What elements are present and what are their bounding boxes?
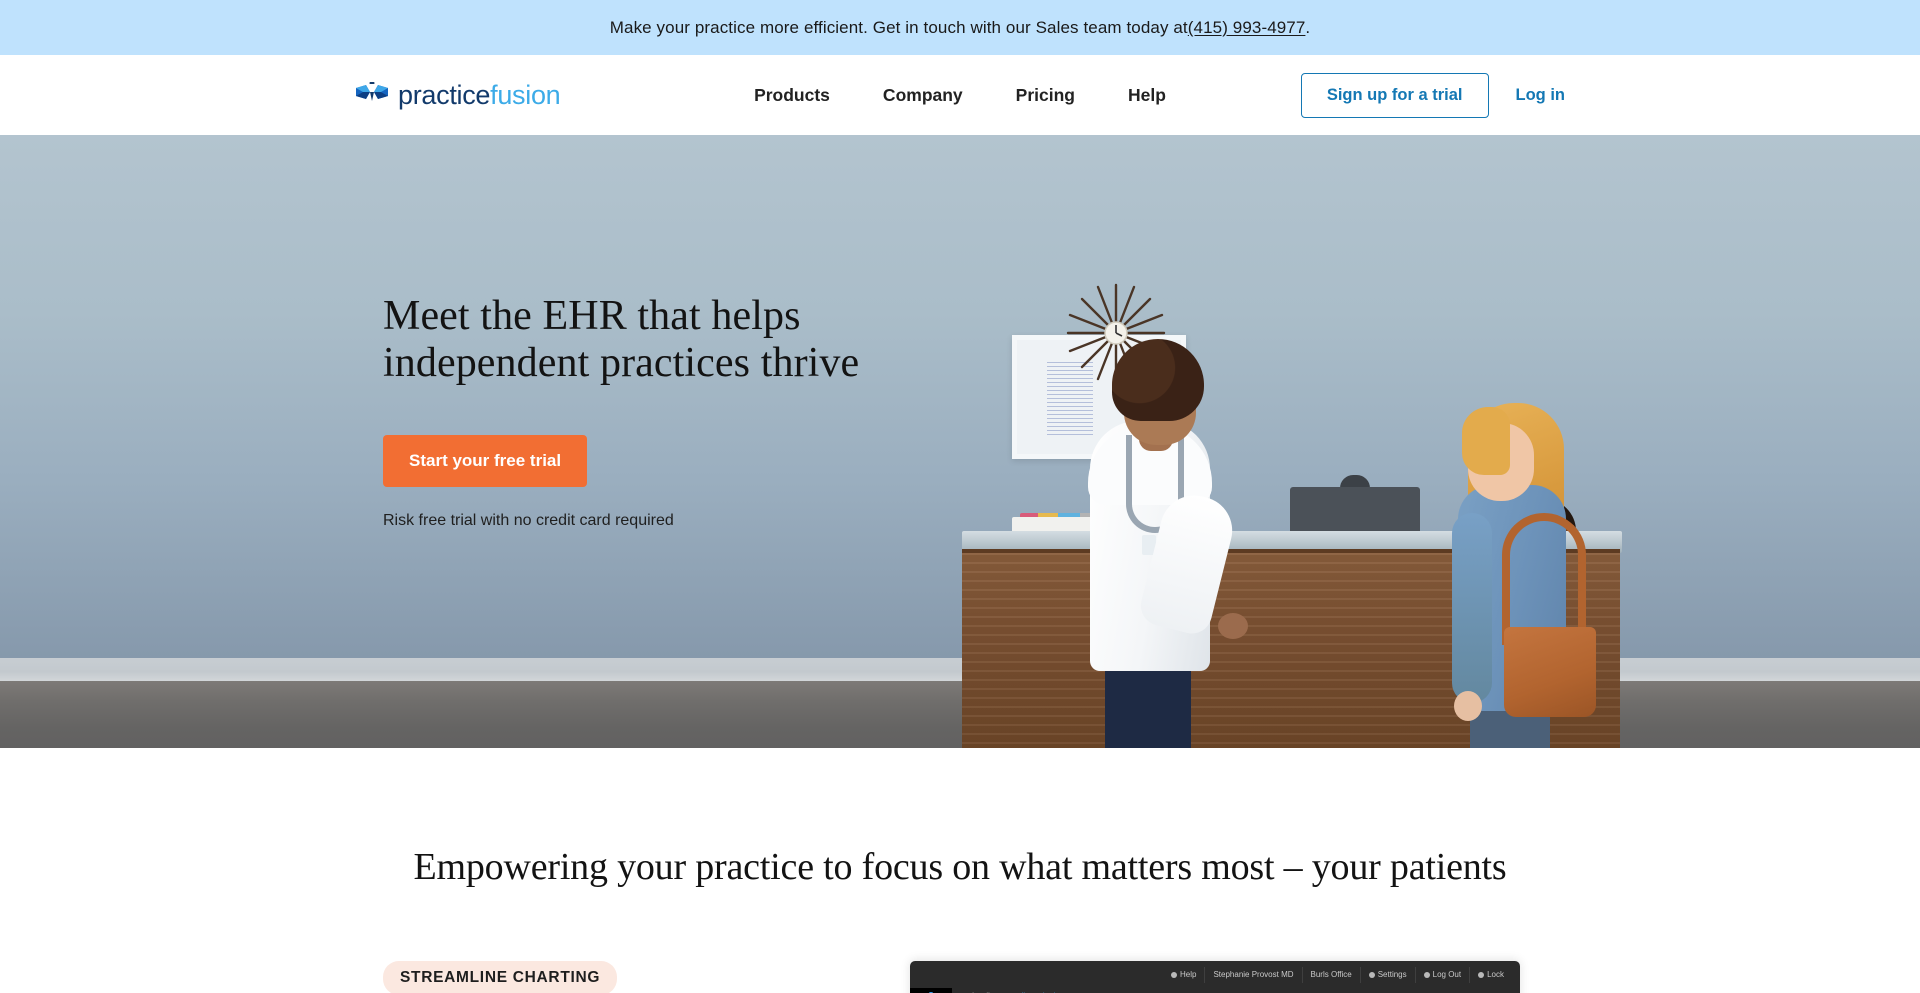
section-title: Empowering your practice to focus on wha… xyxy=(413,846,1507,888)
nav-item-help[interactable]: Help xyxy=(1128,85,1166,106)
main-nav: Products Company Pricing Help xyxy=(754,85,1166,106)
app-tab-bar: Patient list Leslie Taylord xyxy=(952,988,1520,993)
nav-item-products[interactable]: Products xyxy=(754,85,830,106)
app-topbar-settings[interactable]: Settings xyxy=(1359,966,1415,983)
hero-trial-note: Risk free trial with no credit card requ… xyxy=(383,512,674,530)
app-main: Patient list Leslie Taylord xyxy=(952,988,1520,993)
banner-text-suffix: . xyxy=(1305,17,1311,37)
logo-word-practice: practice xyxy=(398,79,491,110)
app-body: practice fusion Patient list Leslie Tayl… xyxy=(910,988,1520,993)
banner-text: Make your practice more efficient. Get i… xyxy=(609,17,1188,37)
app-topbar-facility-label: Burls Office xyxy=(1310,969,1352,979)
ehr-app-screenshot: Help Stephanie Provost MD Burls Office S… xyxy=(910,961,1520,993)
value-prop-section: Empowering your practice to focus on wha… xyxy=(0,748,1920,993)
app-topbar-user-label: Stephanie Provost MD xyxy=(1213,969,1294,979)
logo[interactable]: practicefusion xyxy=(355,79,561,110)
hero-content: Meet the EHR that helps independent prac… xyxy=(0,135,1920,748)
hero-title-line-1: Meet the EHR that helps xyxy=(383,293,801,339)
nav-item-pricing[interactable]: Pricing xyxy=(1016,85,1075,106)
signup-trial-button[interactable]: Sign up for a trial xyxy=(1300,72,1489,118)
app-topbar-lock-label: Lock xyxy=(1487,969,1504,979)
banner-phone-link[interactable]: (415) 993-4977 xyxy=(1188,18,1306,38)
logo-wordmark: practicefusion xyxy=(398,79,561,110)
logo-word-fusion: fusion xyxy=(490,79,561,110)
app-topbar-settings-label: Settings xyxy=(1377,969,1407,979)
app-topbar-user[interactable]: Stephanie Provost MD xyxy=(1204,966,1301,983)
feature-row: STREAMLINE CHARTING Help Stephanie Provo… xyxy=(0,961,1920,993)
app-topbar: Help Stephanie Provost MD Burls Office S… xyxy=(910,961,1520,988)
hero-section: Meet the EHR that helps independent prac… xyxy=(0,135,1920,748)
lock-icon xyxy=(1478,971,1485,978)
nav-item-company[interactable]: Company xyxy=(883,85,963,106)
login-link[interactable]: Log in xyxy=(1516,86,1565,105)
app-topbar-lock[interactable]: Lock xyxy=(1469,966,1512,983)
app-topbar-help[interactable]: Help xyxy=(1163,967,1204,983)
start-free-trial-button[interactable]: Start your free trial xyxy=(383,435,588,488)
practice-fusion-butterfly-icon xyxy=(356,82,388,101)
app-topbar-help-label: Help xyxy=(1180,969,1197,979)
header-actions: Sign up for a trial Log in xyxy=(1300,72,1565,118)
app-topbar-logout-label: Log Out xyxy=(1432,969,1462,979)
hero-title-line-2: independent practices thrive xyxy=(383,340,860,387)
app-sidebar: practice fusion xyxy=(910,988,952,993)
logout-icon xyxy=(1423,971,1430,978)
feature-badge-streamline-charting: STREAMLINE CHARTING xyxy=(383,961,618,993)
announcement-banner: Make your practice more efficient. Get i… xyxy=(0,0,1920,55)
app-topbar-logout[interactable]: Log Out xyxy=(1414,966,1469,983)
feature-text-column: STREAMLINE CHARTING xyxy=(383,961,863,993)
app-topbar-facility[interactable]: Burls Office xyxy=(1301,966,1360,983)
hero-title: Meet the EHR that helps independent prac… xyxy=(383,293,913,387)
gear-icon xyxy=(1368,971,1375,978)
help-icon xyxy=(1171,971,1178,978)
feature-media-column: Help Stephanie Provost MD Burls Office S… xyxy=(903,961,1537,993)
site-header: practicefusion Products Company Pricing … xyxy=(0,55,1920,135)
